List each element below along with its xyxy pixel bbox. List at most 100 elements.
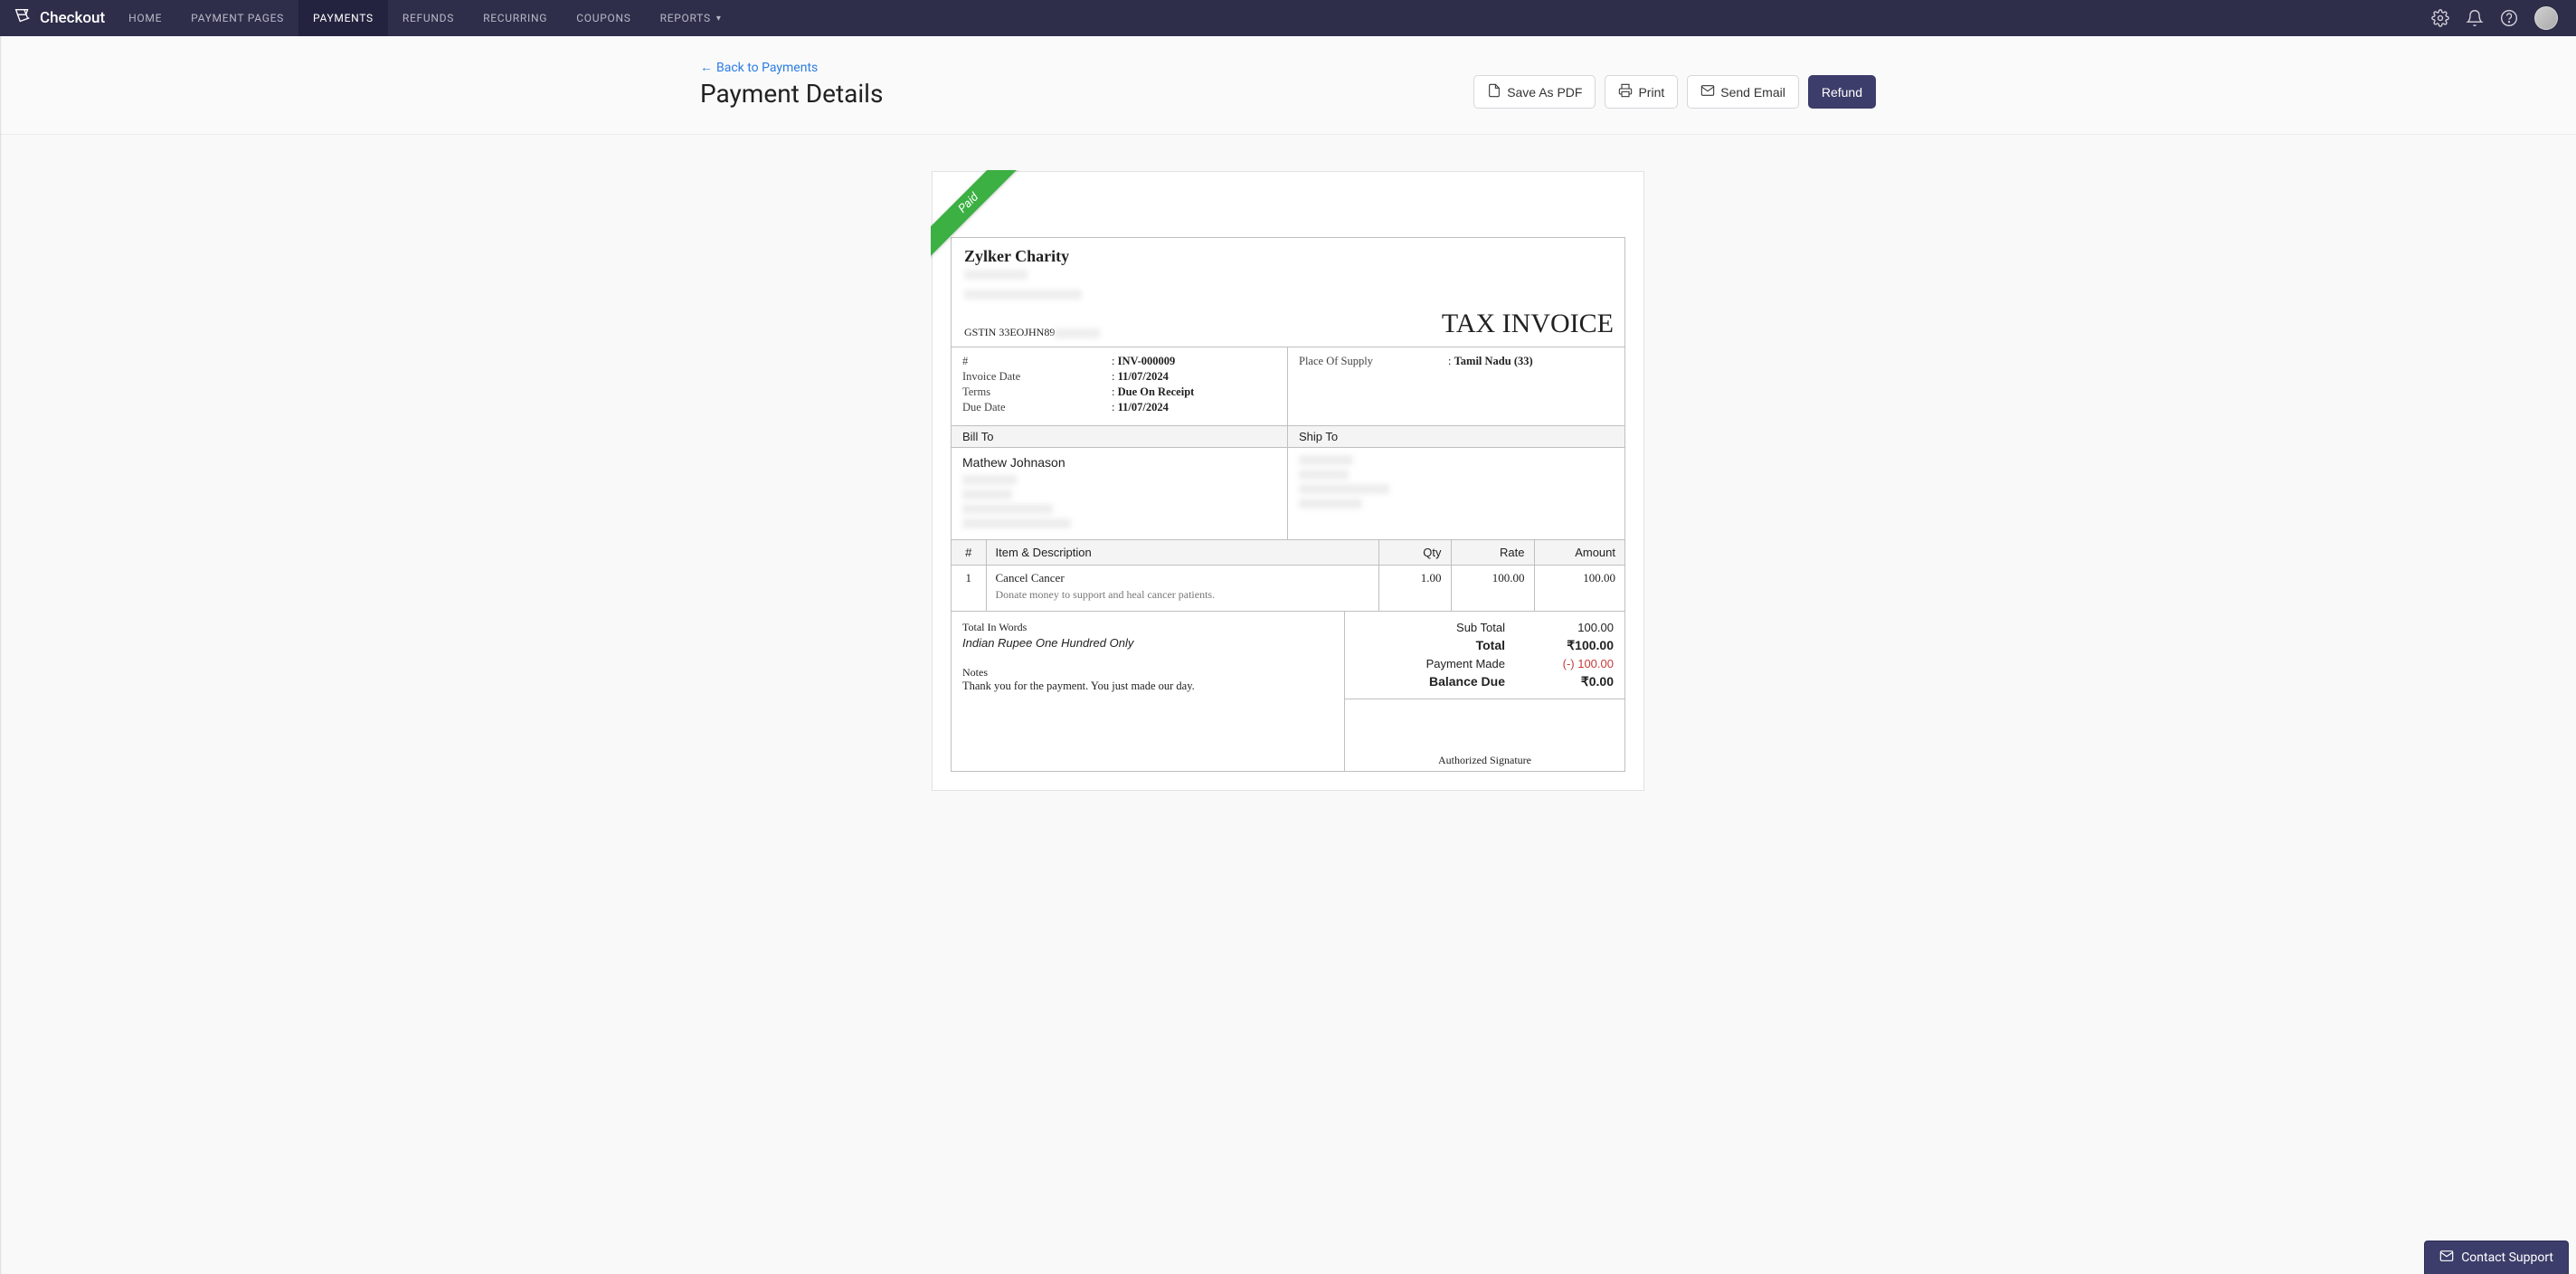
meta-pos-label: Place Of Supply xyxy=(1299,355,1448,368)
signature-label: Authorized Signature xyxy=(1345,754,1624,767)
left-edge-shadow xyxy=(0,36,2,1274)
cell-idx: 1 xyxy=(952,566,986,612)
print-label: Print xyxy=(1638,85,1664,100)
nav-reports-label: REPORTS xyxy=(660,12,711,24)
words-value: Indian Rupee One Hundred Only xyxy=(962,636,1333,650)
nav-coupons-label: COUPONS xyxy=(576,12,630,24)
page-actions: Save As PDF Print Send Email Refund xyxy=(1473,75,1876,109)
invoice-document: Zylker Charity xxxx xxxx GSTIN 33EOJHN89… xyxy=(951,237,1625,772)
chevron-down-icon: ▾ xyxy=(716,14,722,24)
save-pdf-label: Save As PDF xyxy=(1507,85,1582,100)
redacted-line: x xyxy=(1299,470,1349,480)
mail-icon xyxy=(2439,1249,2454,1267)
meta-pos-value: Tamil Nadu (33) xyxy=(1454,355,1533,367)
back-label: Back to Payments xyxy=(716,61,818,75)
paid-ribbon-label: Paid xyxy=(931,170,1028,261)
th-amount: Amount xyxy=(1534,540,1624,566)
redacted-line: xx xyxy=(1055,328,1100,338)
ship-to-header: Ship To xyxy=(1288,426,1624,447)
brand[interactable]: Checkout xyxy=(9,6,114,31)
contact-support-button[interactable]: Contact Support xyxy=(2424,1241,2569,1274)
redacted-line: x xyxy=(962,518,1071,528)
nav-payments[interactable]: PAYMENTS xyxy=(298,0,388,36)
th-item: Item & Description xyxy=(986,540,1378,566)
refund-label: Refund xyxy=(1822,85,1862,100)
payment-made-label: Payment Made xyxy=(1356,657,1505,670)
invoice-card: Paid Zylker Charity xxxx xxxx GSTIN 33EO… xyxy=(932,171,1644,791)
meta-number-label: # xyxy=(962,355,1112,368)
nav-payments-label: PAYMENTS xyxy=(313,12,374,24)
gear-icon[interactable] xyxy=(2431,9,2449,27)
bill-to-name: Mathew Johnason xyxy=(962,455,1276,470)
items-table: # Item & Description Qty Rate Amount 1 C… xyxy=(952,539,1624,611)
cell-item-desc: Donate money to support and heal cancer … xyxy=(996,588,1369,602)
nav-recurring-label: RECURRING xyxy=(483,12,547,24)
topbar: Checkout HOME PAYMENT PAGES PAYMENTS REF… xyxy=(0,0,2576,36)
gstin-value: 33EOJHN89 xyxy=(999,326,1055,338)
print-button[interactable]: Print xyxy=(1605,75,1678,109)
avatar[interactable] xyxy=(2534,6,2558,30)
nav-home-label: HOME xyxy=(128,12,162,24)
th-rate: Rate xyxy=(1451,540,1534,566)
cell-amount: 100.00 xyxy=(1534,566,1624,612)
main-content: Paid Zylker Charity xxxx xxxx GSTIN 33EO… xyxy=(0,135,2576,863)
notes-text: Thank you for the payment. You just made… xyxy=(962,680,1333,693)
back-to-payments-link[interactable]: ← Back to Payments xyxy=(700,60,818,75)
nav-refunds-label: REFUNDS xyxy=(402,12,454,24)
page-title: Payment Details xyxy=(700,79,883,109)
pdf-icon xyxy=(1487,83,1501,100)
payment-made-value: (-) 100.00 xyxy=(1532,657,1614,670)
bill-to-header: Bill To xyxy=(952,426,1288,447)
company-name: Zylker Charity xyxy=(964,247,1429,266)
cell-item-name: Cancel Cancer xyxy=(996,571,1369,585)
redacted-line: x xyxy=(962,475,1017,485)
nav-payment-pages[interactable]: PAYMENT PAGES xyxy=(176,0,298,36)
arrow-left-icon: ← xyxy=(700,60,713,75)
notes-label: Notes xyxy=(962,666,1333,680)
page-header-wrap: ← Back to Payments Payment Details Save … xyxy=(0,36,2576,135)
cell-qty: 1.00 xyxy=(1378,566,1451,612)
paid-ribbon: Paid xyxy=(931,170,1032,271)
th-qty: Qty xyxy=(1378,540,1451,566)
subtotal-label: Sub Total xyxy=(1356,621,1505,634)
nav-coupons[interactable]: COUPONS xyxy=(562,0,645,36)
meta-terms-label: Terms xyxy=(962,385,1112,399)
redacted-line: xxxx xyxy=(964,290,1082,299)
meta-number-value: INV-000009 xyxy=(1118,355,1176,367)
redacted-line: x xyxy=(962,490,1012,499)
send-email-button[interactable]: Send Email xyxy=(1687,75,1799,109)
meta-invdate-label: Invoice Date xyxy=(962,370,1112,384)
meta-duedate-value: 11/07/2024 xyxy=(1118,401,1169,414)
total-value: ₹100.00 xyxy=(1532,638,1614,653)
mail-icon xyxy=(1700,83,1715,100)
refund-button[interactable]: Refund xyxy=(1808,75,1876,109)
nav-home[interactable]: HOME xyxy=(114,0,176,36)
meta-invdate-value: 11/07/2024 xyxy=(1118,370,1169,383)
words-label: Total In Words xyxy=(962,621,1333,634)
table-row: 1 Cancel Cancer Donate money to support … xyxy=(952,566,1624,612)
topbar-icons xyxy=(2431,6,2567,30)
meta-terms-value: Due On Receipt xyxy=(1118,385,1195,398)
nav-recurring[interactable]: RECURRING xyxy=(469,0,562,36)
nav-payment-pages-label: PAYMENT PAGES xyxy=(191,12,284,24)
nav-reports[interactable]: REPORTS ▾ xyxy=(646,0,736,36)
cell-rate: 100.00 xyxy=(1451,566,1534,612)
send-email-label: Send Email xyxy=(1720,85,1785,100)
contact-support-label: Contact Support xyxy=(2461,1250,2553,1265)
total-label: Total xyxy=(1356,638,1505,653)
save-pdf-button[interactable]: Save As PDF xyxy=(1473,75,1596,109)
meta-duedate-label: Due Date xyxy=(962,401,1112,414)
invoice-title: TAX INVOICE xyxy=(1442,309,1614,339)
balance-value: ₹0.00 xyxy=(1532,674,1614,689)
redacted-line: x xyxy=(1299,499,1362,509)
print-icon xyxy=(1618,83,1633,100)
subtotal-value: 100.00 xyxy=(1532,621,1614,634)
balance-label: Balance Due xyxy=(1356,674,1505,689)
bell-icon[interactable] xyxy=(2466,9,2484,27)
gstin-label: GSTIN xyxy=(964,326,996,338)
help-icon[interactable] xyxy=(2500,9,2518,27)
th-idx: # xyxy=(952,540,986,566)
redacted-line: x xyxy=(962,504,1053,514)
nav-refunds[interactable]: REFUNDS xyxy=(388,0,469,36)
brand-label: Checkout xyxy=(40,9,105,27)
